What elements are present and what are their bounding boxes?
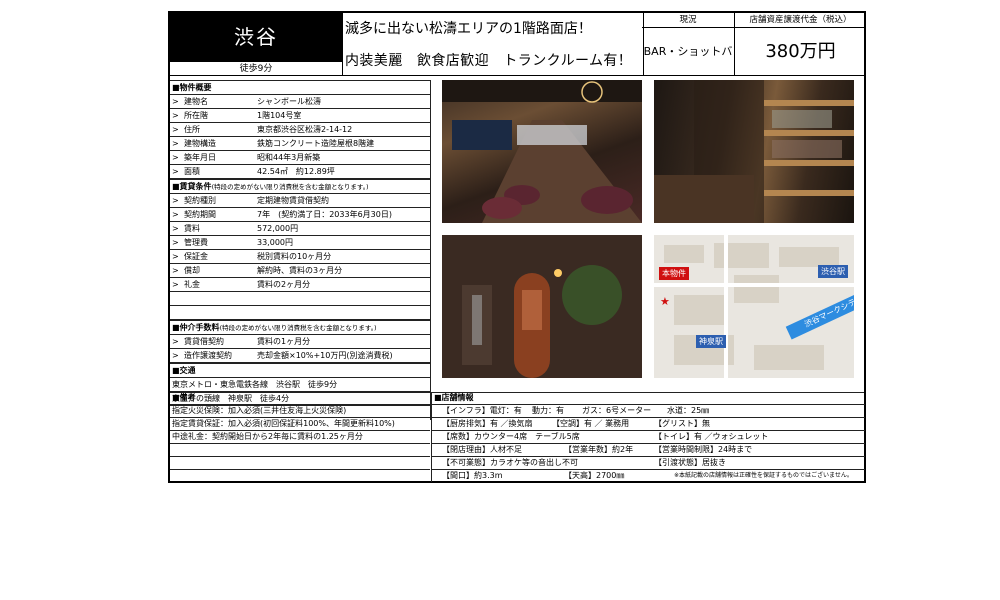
table-row: > 管理費 33,000円 bbox=[170, 236, 430, 250]
headline-1: 滅多に出ない松濤エリアの1階路面店！ bbox=[345, 21, 592, 37]
headline-box: 滅多に出ない松濤エリアの1階路面店！ 内装美麗 飲食店歓迎 トランクルーム有！ bbox=[342, 13, 644, 75]
store-info-row: 【間口】約3.3m 【天高】2700㎜ ※本紙記載の店舗情報は正確性を保証するも… bbox=[442, 471, 853, 480]
storefront-photo bbox=[442, 235, 642, 378]
remarks-line: 指定火災保険：加入必須(三井住友海上火災保険) bbox=[170, 405, 430, 418]
map-block bbox=[664, 245, 704, 263]
remarks-line: 指定賃貸保証：加入必須(初回保証料100%、年間更新料10%) bbox=[170, 418, 430, 431]
column-divider bbox=[430, 80, 431, 420]
map-road bbox=[654, 283, 854, 287]
table-row: > 所在階 1階104号室 bbox=[170, 109, 430, 123]
store-info-row: 【インフラ】電灯：有 動力：有 ガス：6号メーター 水道：25㎜ bbox=[432, 405, 865, 418]
store-info-row: 【不可業態】カラオケ等の音出し不可 【引渡状態】居抜き bbox=[432, 457, 865, 470]
storefront-illustration bbox=[442, 235, 642, 378]
table-row: > 面積 42.54㎡ 約12.89坪 bbox=[170, 165, 430, 179]
bar-interior-illustration bbox=[442, 80, 642, 223]
table-row: > 償却 解約時、賃料の3ヶ月分 bbox=[170, 264, 430, 278]
store-info-row: 【閉店理由】人材不足 【営業年数】約2年 【営業時間制限】24時まで bbox=[432, 444, 865, 457]
map-block bbox=[754, 345, 824, 370]
remarks-line-empty bbox=[170, 470, 430, 482]
table-row: > 築年月日 昭和44年3月新築 bbox=[170, 151, 430, 165]
transport-line: 東京メトロ・東急電鉄各線 渋谷駅 徒歩9分 bbox=[170, 378, 430, 392]
table-row: > 契約種別 定期建物賃貸借契約 bbox=[170, 194, 430, 208]
area-map: 本物件 ★ 渋谷駅 神泉駅 渋谷マークシティ bbox=[654, 235, 854, 378]
table-row-empty bbox=[170, 306, 430, 320]
table-row: > 住所 東京都渋谷区松濤2-14-12 bbox=[170, 123, 430, 137]
remarks-line-empty bbox=[170, 444, 430, 457]
table-row: > 建物構造 鉄筋コンクリート造陸屋根8階建 bbox=[170, 137, 430, 151]
status-value: BAR・ショットバー bbox=[642, 28, 735, 105]
map-block bbox=[714, 243, 769, 268]
section-property: ■物件概要 bbox=[170, 80, 430, 95]
property-marker-label: 本物件 bbox=[659, 267, 689, 280]
header-divider bbox=[170, 75, 864, 76]
table-row-empty bbox=[170, 292, 430, 306]
store-info-title: ■店舗情報 bbox=[432, 392, 865, 405]
headline-2: 内装美麗 飲食店歓迎 トランクルーム有！ bbox=[345, 53, 633, 69]
remarks-section: ■備考 指定火災保険：加入必須(三井住友海上火災保険) 指定賃貸保証：加入必須(… bbox=[170, 392, 430, 482]
fee-label: 店舗資産譲渡代金（税込） bbox=[735, 13, 866, 28]
remarks-title: ■備考 bbox=[170, 392, 430, 405]
table-row: > 賃料 572,000円 bbox=[170, 222, 430, 236]
bar-shelves-photo bbox=[654, 80, 854, 223]
map-block bbox=[779, 247, 839, 267]
fee-value: 380万円 bbox=[765, 41, 836, 62]
property-flyer: 渋谷 徒歩9分 滅多に出ない松濤エリアの1階路面店！ 内装美麗 飲食店歓迎 トラ… bbox=[168, 11, 866, 483]
store-info-row: 【席数】カウンター4席 テーブル5席 【トイレ】有 ／ウォシュレット bbox=[432, 431, 865, 444]
remarks-line: 中途礼金：契約開始日から2年毎に賃料の1.25ヶ月分 bbox=[170, 431, 430, 444]
map-block bbox=[734, 275, 779, 303]
section-transport: ■交通 bbox=[170, 363, 430, 378]
info-table: ■物件概要 > 建物名 シャンボール松濤 > 所在階 1階104号室 > 住所 東京都渋谷区… bbox=[170, 80, 430, 406]
table-row: > 契約期間 7年 (契約満了日：2033年6月30日) bbox=[170, 208, 430, 222]
shinsen-station-label: 神泉駅 bbox=[696, 335, 726, 348]
bar-interior-photo bbox=[442, 80, 642, 223]
map-road bbox=[724, 235, 728, 378]
remarks-line-empty bbox=[170, 457, 430, 470]
mark-city-label: 渋谷マークシティ bbox=[785, 284, 854, 340]
bar-shelves-illustration bbox=[654, 80, 854, 223]
section-lease: ■賃貸条件(特段の定めがない限り消費税を含む金額となります。) bbox=[170, 179, 430, 194]
status-label: 現況 bbox=[642, 13, 735, 28]
store-info-row: 【厨房排気】有 ／換気扇 【空調】有 ／ 業務用 【グリスト】無 bbox=[432, 418, 865, 431]
section-commission: ■仲介手数料(特段の定めがない限り消費税を含む金額となります。) bbox=[170, 320, 430, 335]
table-row: > 保証金 税別賃料の10ヶ月分 bbox=[170, 250, 430, 264]
table-row: > 礼金 賃料の2ヶ月分 bbox=[170, 278, 430, 292]
disclaimer: ※本紙記載の店舗情報は正確性を保証するものではございません。 bbox=[674, 472, 853, 479]
table-row: > 賃貸借契約 賃料の1ヶ月分 bbox=[170, 335, 430, 349]
property-marker-icon: ★ bbox=[660, 295, 670, 308]
shibuya-station-label: 渋谷駅 bbox=[818, 265, 848, 278]
area-name: 渋谷 bbox=[234, 25, 278, 49]
store-info-section: ■店舗情報 【インフラ】電灯：有 動力：有 ガス：6号メーター 水道：25㎜ 【… bbox=[431, 392, 865, 482]
table-row: > 造作譲渡契約 売却金額×10%+10万円(別途消費税) bbox=[170, 349, 430, 363]
table-row: > 建物名 シャンボール松濤 bbox=[170, 95, 430, 109]
map-block bbox=[674, 295, 724, 325]
